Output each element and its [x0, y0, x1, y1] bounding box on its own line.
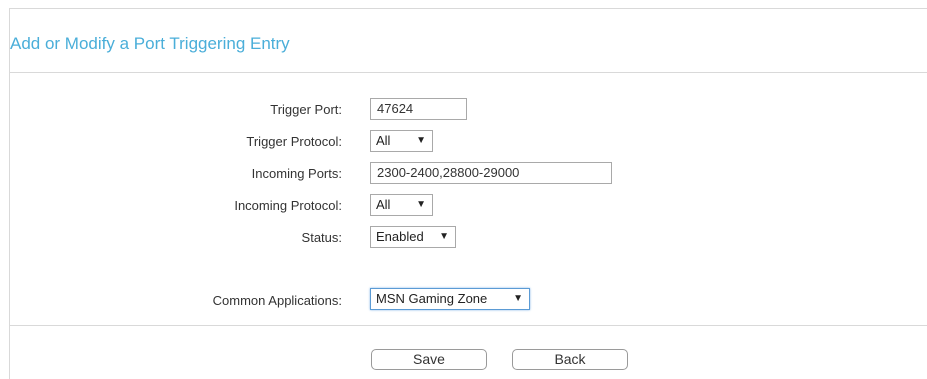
dropdown-arrow-icon: ▼ [416, 199, 426, 210]
incoming-protocol-label: Incoming Protocol: [234, 198, 342, 213]
incoming-ports-label: Incoming Ports: [251, 166, 342, 181]
status-select[interactable]: Enabled ▼ [370, 226, 456, 248]
common-applications-value: MSN Gaming Zone [376, 291, 488, 306]
status-value: Enabled [376, 229, 424, 244]
divider [10, 325, 927, 326]
trigger-port-input[interactable]: 47624 [370, 98, 467, 120]
common-applications-label: Common Applications: [212, 293, 342, 308]
save-button[interactable]: Save [371, 349, 487, 370]
dropdown-arrow-icon: ▼ [439, 231, 449, 242]
dropdown-arrow-icon: ▼ [513, 293, 523, 304]
panel-header: Add or Modify a Port Triggering Entry [10, 9, 927, 73]
back-button[interactable]: Back [512, 349, 628, 370]
incoming-protocol-value: All [376, 197, 391, 212]
incoming-protocol-select[interactable]: All ▼ [370, 194, 433, 216]
port-triggering-panel: Add or Modify a Port Triggering Entry Tr… [9, 8, 927, 379]
trigger-protocol-select[interactable]: All ▼ [370, 130, 433, 152]
common-applications-select[interactable]: MSN Gaming Zone ▼ [370, 288, 530, 310]
page-title: Add or Modify a Port Triggering Entry [10, 34, 290, 53]
dropdown-arrow-icon: ▼ [416, 135, 426, 146]
trigger-protocol-value: All [376, 133, 391, 148]
trigger-port-label: Trigger Port: [270, 102, 342, 117]
status-label: Status: [301, 230, 342, 245]
incoming-ports-input[interactable]: 2300-2400,28800-29000 [370, 162, 612, 184]
trigger-protocol-label: Trigger Protocol: [246, 134, 342, 149]
